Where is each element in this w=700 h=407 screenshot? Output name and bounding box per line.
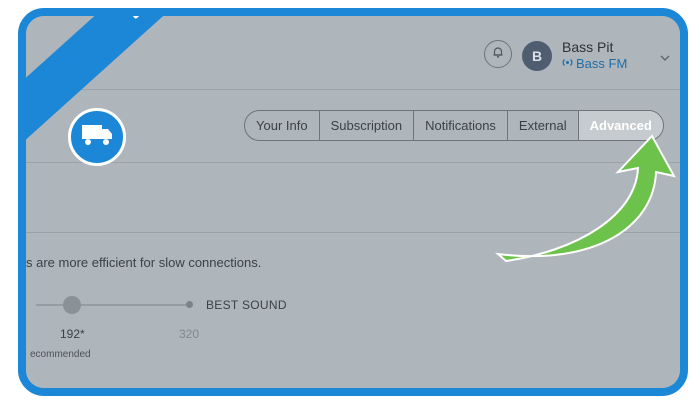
badge bbox=[68, 108, 126, 166]
avatar[interactable]: B bbox=[522, 41, 552, 71]
max-bitrate-label: 320 bbox=[179, 327, 200, 341]
audio-quality-slider-handle[interactable] bbox=[63, 296, 81, 314]
recommended-label: ecommended bbox=[30, 349, 91, 360]
user-name[interactable]: Bass Pit bbox=[562, 39, 613, 55]
best-sound-label: BEST SOUND bbox=[206, 298, 287, 312]
slider-end-marker bbox=[186, 301, 193, 308]
camera-icon bbox=[122, 16, 157, 24]
truck-icon bbox=[80, 122, 114, 153]
audio-quality-slider-track[interactable] bbox=[36, 304, 190, 306]
chevron-down-icon[interactable] bbox=[660, 48, 670, 66]
screenshot-frame: B Bass Pit Bass FM Your Info Subscriptio… bbox=[18, 8, 688, 396]
corner-ribbon: 3 bbox=[26, 16, 267, 145]
header-divider bbox=[26, 89, 680, 90]
tab-subscription[interactable]: Subscription bbox=[320, 111, 415, 140]
notifications-button[interactable] bbox=[484, 40, 512, 68]
selected-bitrate-label: 192* bbox=[60, 327, 85, 341]
station-name: Bass FM bbox=[576, 56, 628, 71]
tab-your-info[interactable]: Your Info bbox=[245, 111, 320, 140]
curved-arrow-icon bbox=[494, 134, 676, 263]
bell-icon bbox=[491, 45, 505, 64]
audio-quality-description: s are more efficient for slow connection… bbox=[26, 255, 262, 270]
settings-screen: B Bass Pit Bass FM Your Info Subscriptio… bbox=[26, 16, 680, 388]
user-station-link[interactable]: Bass FM bbox=[562, 56, 627, 71]
broadcast-icon bbox=[562, 56, 573, 71]
